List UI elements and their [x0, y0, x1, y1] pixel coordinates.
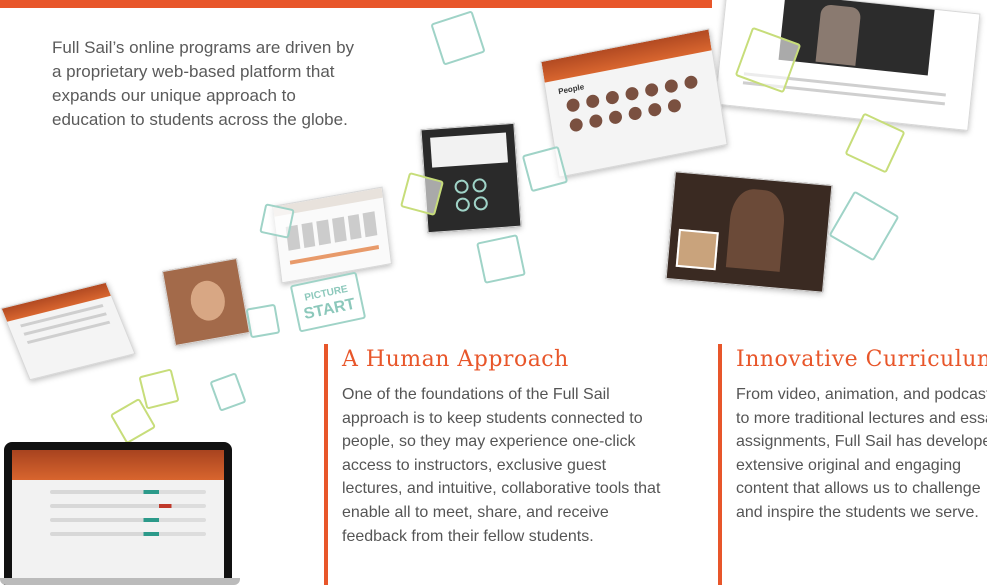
shield-icon: [259, 203, 295, 239]
section-human-approach: A Human Approach One of the foundations …: [324, 344, 664, 585]
arrow-icon: [138, 368, 180, 410]
screenshot-poll: [272, 186, 392, 284]
avatar: [608, 109, 623, 125]
avatar: [663, 78, 679, 94]
route-arrow-icon: [828, 190, 900, 262]
avatar: [644, 82, 660, 98]
picture-start-badge: PICTURE START: [289, 271, 367, 333]
laptop-base: [0, 578, 240, 585]
screenshot-forum: [0, 281, 136, 381]
avatar: [565, 97, 581, 113]
screenshot-student-photo: [161, 257, 251, 347]
people-panel-title: People: [557, 82, 585, 97]
avatar: [604, 89, 620, 106]
avatar: [683, 74, 699, 90]
section-body: One of the foundations of the Full Sail …: [342, 386, 661, 545]
avatar: [568, 117, 584, 133]
intro-paragraph: Full Sail’s online programs are driven b…: [52, 38, 355, 129]
avatar: [647, 101, 663, 118]
avatar-grid: [565, 74, 704, 133]
avatar: [585, 93, 601, 110]
screenshot-people-panel: People: [540, 28, 728, 178]
speaker-icon: [430, 10, 486, 66]
section-body: From video, animation, and podcasts, to …: [736, 386, 987, 521]
avatar: [588, 113, 604, 129]
screenshot-mobile-dark: [420, 122, 522, 234]
section-innovative-curriculum: Innovative Curriculum From video, animat…: [718, 344, 987, 585]
avatar: [627, 105, 643, 122]
route-arrow-icon: [476, 234, 526, 284]
grid-dots-icon: [209, 372, 247, 412]
screenshot-video-chat: [665, 171, 833, 293]
avatar: [667, 98, 682, 114]
top-accent-bar: [0, 0, 712, 8]
section-title: Innovative Curriculum: [736, 347, 987, 372]
laptop-dashboard: [4, 442, 232, 585]
avatar: [624, 86, 640, 102]
section-title: A Human Approach: [342, 347, 569, 372]
bar-graph-icon: [245, 303, 281, 339]
